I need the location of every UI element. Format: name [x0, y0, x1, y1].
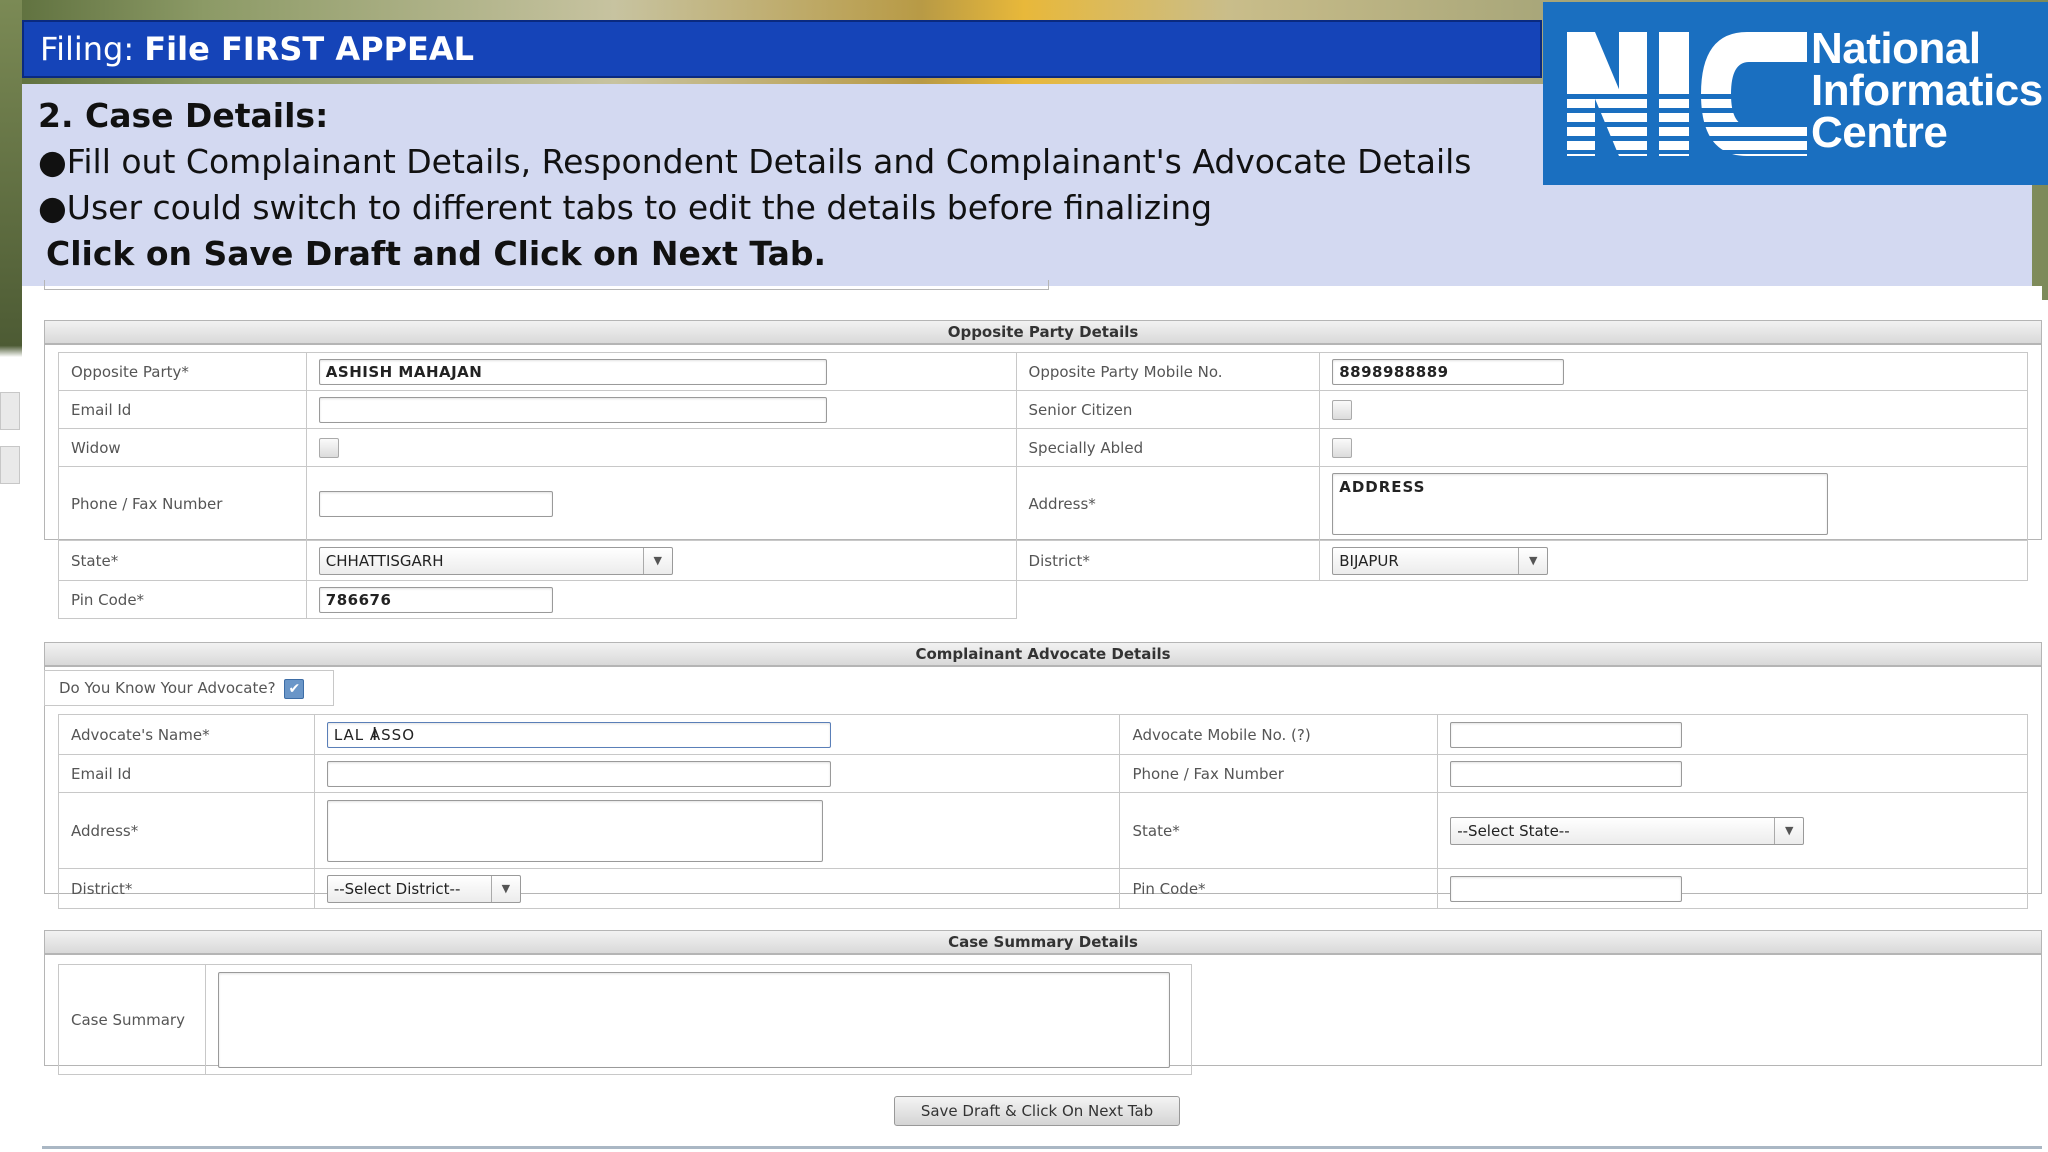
- nic-logo: National Informatics Centre: [1543, 2, 2048, 185]
- advocate-district-select[interactable]: --Select District-- ▼: [326, 874, 521, 903]
- phone-fax-label: Phone / Fax Number: [58, 466, 307, 541]
- logo-line-2: Informatics: [1811, 66, 2043, 115]
- advocate-table: Advocate's Name* LAL ASSO Advocate Mobil…: [58, 714, 2028, 909]
- senior-citizen-label: Senior Citizen: [1015, 390, 1321, 429]
- table-row: Widow Specially Abled: [58, 428, 2028, 467]
- advocate-address-textarea[interactable]: [326, 799, 823, 862]
- table-row: State* CHHATTISGARH ▼ District* BIJAPUR ▼: [58, 540, 2028, 581]
- advocate-email-input[interactable]: [326, 760, 831, 787]
- widow-checkbox[interactable]: [318, 437, 339, 458]
- address-textarea[interactable]: ADDRESS: [1332, 472, 1829, 535]
- logo-line-3: Centre: [1811, 108, 1948, 157]
- district-select[interactable]: BIJAPUR ▼: [1332, 546, 1549, 575]
- table-row: Advocate's Name* LAL ASSO Advocate Mobil…: [58, 714, 2028, 755]
- case-summary-table: Case Summary: [57, 964, 1192, 1075]
- table-row: Opposite Party* ASHISH MAHAJAN Opposite …: [58, 352, 2028, 391]
- advocate-phone-input[interactable]: [1450, 760, 1683, 787]
- advocate-state-select[interactable]: --Select State-- ▼: [1450, 816, 1805, 845]
- advocate-state-label: State*: [1119, 792, 1439, 869]
- specially-abled-checkbox[interactable]: [1332, 437, 1353, 458]
- email-label: Email Id: [58, 390, 307, 429]
- know-advocate-checkbox[interactable]: ✔: [284, 678, 305, 699]
- opposite-party-mobile-input[interactable]: 8898988889: [1332, 358, 1565, 385]
- advocate-email-label: Email Id: [58, 754, 315, 793]
- instruction-action: Click on Save Draft and Click on Next Ta…: [46, 234, 827, 273]
- address-label: Address*: [1015, 466, 1321, 541]
- table-row: Phone / Fax Number Address* ADDRESS: [58, 466, 2028, 541]
- case-summary-label: Case Summary: [57, 964, 207, 1075]
- pin-code-label: Pin Code*: [58, 580, 307, 619]
- opposite-party-input[interactable]: ASHISH MAHAJAN: [318, 358, 827, 385]
- left-side-tab-home[interactable]: [0, 392, 20, 430]
- opposite-party-mobile-label: Opposite Party Mobile No.: [1015, 352, 1321, 391]
- nic-logo-text: National Informatics Centre: [1811, 24, 2043, 157]
- advocate-district-label: District*: [58, 868, 315, 909]
- instruction-bullet-2: ●User could switch to different tabs to …: [38, 188, 1213, 227]
- opposite-party-section-header: Opposite Party Details: [44, 320, 2042, 344]
- advocate-address-label: Address*: [58, 792, 315, 869]
- nic-logo-mark: [1567, 32, 1807, 156]
- opposite-party-label: Opposite Party*: [58, 352, 307, 391]
- know-advocate-label: Do You Know Your Advocate?: [59, 679, 276, 697]
- instruction-heading: 2. Case Details:: [38, 96, 329, 135]
- title-main: File FIRST APPEAL: [144, 30, 475, 68]
- table-row: Email Id Senior Citizen: [58, 390, 2028, 429]
- advocate-phone-label: Phone / Fax Number: [1119, 754, 1439, 793]
- save-draft-next-tab-button[interactable]: Save Draft & Click On Next Tab: [894, 1096, 1180, 1126]
- state-label: State*: [58, 540, 307, 581]
- title-prefix: Filing:: [40, 30, 135, 68]
- logo-line-1: National: [1811, 24, 1981, 73]
- advocate-pin-input[interactable]: [1450, 875, 1683, 902]
- email-input[interactable]: [318, 396, 827, 423]
- case-summary-section-header: Case Summary Details: [44, 930, 2042, 954]
- instruction-bullet-1: ●Fill out Complainant Details, Responden…: [38, 142, 1472, 181]
- district-label: District*: [1015, 540, 1321, 581]
- advocate-pin-label: Pin Code*: [1119, 868, 1439, 909]
- advocate-section-header: Complainant Advocate Details: [44, 642, 2042, 666]
- pin-code-input[interactable]: 786676: [318, 586, 553, 613]
- chevron-down-icon: ▼: [1518, 547, 1547, 574]
- advocate-mobile-label: Advocate Mobile No. (?): [1119, 714, 1439, 755]
- table-row: Email Id Phone / Fax Number: [58, 754, 2028, 793]
- table-row: Address* State* --Select State-- ▼: [58, 792, 2028, 869]
- table-row: District* --Select District-- ▼ Pin Code*: [58, 868, 2028, 909]
- advocate-mobile-input[interactable]: [1450, 721, 1683, 748]
- case-details-form: Opposite Party Details Opposite Party* A…: [22, 280, 2042, 1152]
- phone-fax-input[interactable]: [318, 490, 553, 517]
- know-advocate-row: Do You Know Your Advocate? ✔: [44, 670, 334, 706]
- chevron-down-icon: ▼: [642, 547, 672, 574]
- opposite-party-table: Opposite Party* ASHISH MAHAJAN Opposite …: [58, 352, 2028, 619]
- state-select[interactable]: CHHATTISGARH ▼: [318, 546, 673, 575]
- table-row: Pin Code* 786676: [58, 580, 2028, 619]
- case-summary-textarea[interactable]: [218, 971, 1171, 1068]
- table-row: Case Summary: [57, 964, 1192, 1075]
- previous-section-remnant: [44, 280, 1049, 290]
- widow-label: Widow: [58, 428, 307, 467]
- left-side-tab[interactable]: [0, 446, 20, 484]
- advocate-name-label: Advocate's Name*: [58, 714, 315, 755]
- slide-title-bar: Filing: File FIRST APPEAL: [22, 20, 1542, 78]
- bottom-divider: [42, 1146, 2042, 1149]
- left-background-strip: [0, 0, 22, 1152]
- chevron-down-icon: ▼: [490, 875, 520, 902]
- advocate-name-input[interactable]: LAL ASSO: [326, 721, 831, 748]
- text-cursor-icon: I: [372, 724, 378, 745]
- specially-abled-label: Specially Abled: [1015, 428, 1321, 467]
- senior-citizen-checkbox[interactable]: [1332, 399, 1353, 420]
- chevron-down-icon: ▼: [1774, 817, 1803, 844]
